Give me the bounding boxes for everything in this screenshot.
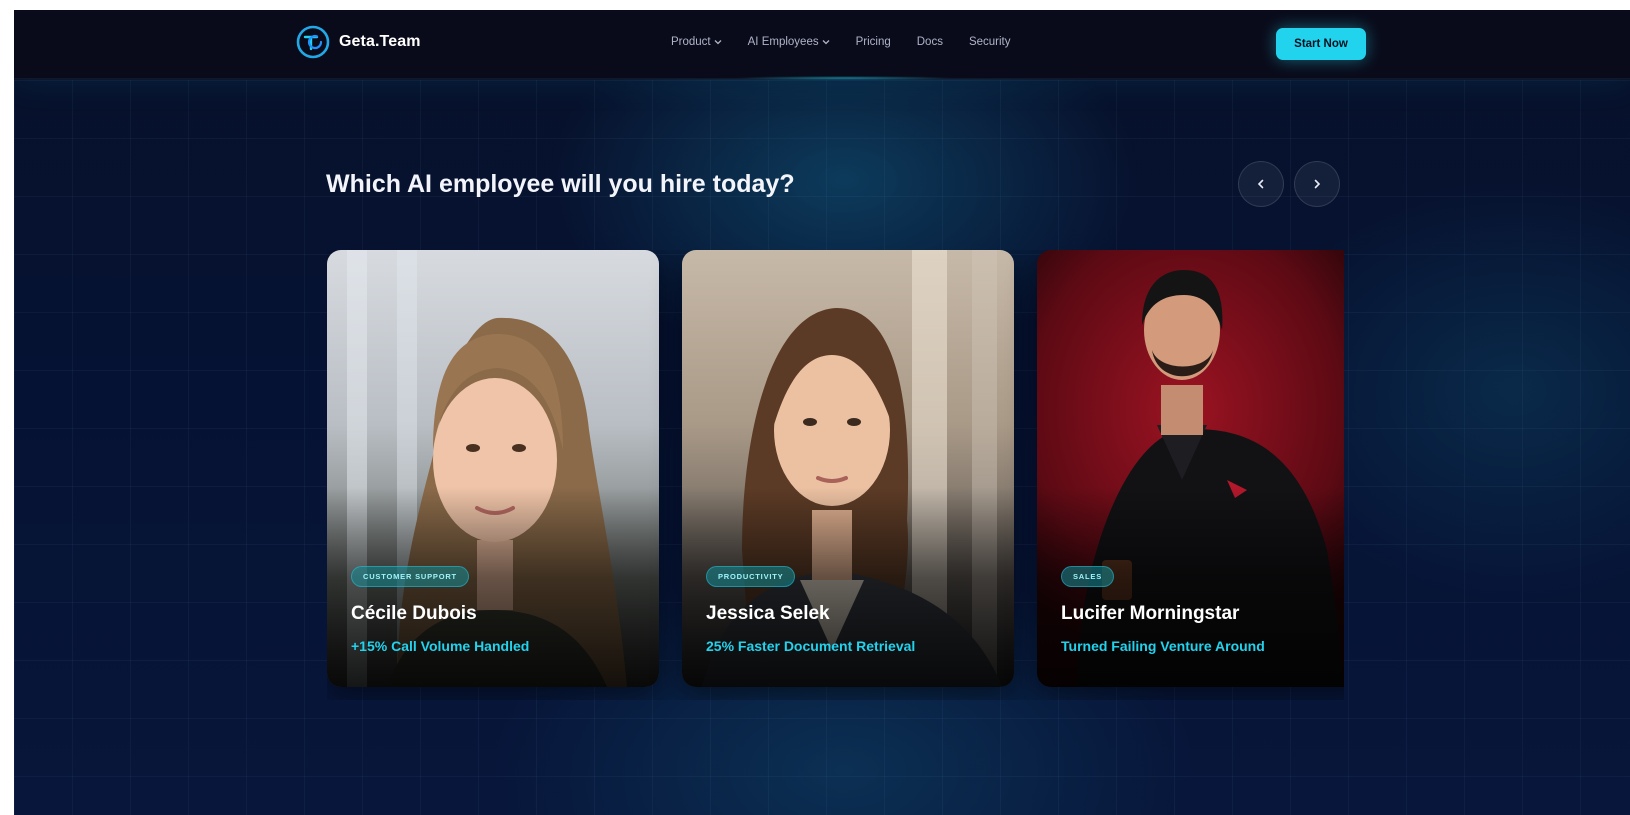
category-badge: SALES <box>1061 566 1115 587</box>
nav-item-security[interactable]: Security <box>969 36 1011 48</box>
page: Geta.Team Product AI Employees Pricing D… <box>14 10 1630 815</box>
section-title: Which AI employee will you hire today? <box>326 170 795 198</box>
nav-item-pricing[interactable]: Pricing <box>856 36 891 48</box>
employee-name: Jessica Selek <box>706 603 830 624</box>
nav-item-label: Product <box>671 36 711 48</box>
geta-team-logo-icon <box>296 25 330 59</box>
nav-item-label: Docs <box>916 36 943 48</box>
carousel-next-button[interactable] <box>1294 161 1340 207</box>
nav-item-docs[interactable]: Docs <box>917 36 943 48</box>
chevron-right-icon <box>1314 179 1321 189</box>
category-badge: PRODUCTIVITY <box>706 566 796 587</box>
nav-item-label: AI Employees <box>747 36 819 48</box>
employee-card[interactable]: PRODUCTIVITY Jessica Selek 25% Faster Do… <box>682 250 1014 687</box>
card-gradient-overlay <box>1037 487 1344 687</box>
employee-carousel: CUSTOMER SUPPORT Cécile Dubois +15% Call… <box>327 250 1344 700</box>
nav-item-label: Security <box>968 36 1011 48</box>
navbar-glow <box>734 76 954 80</box>
brand[interactable]: Geta.Team <box>296 25 421 59</box>
chevron-down-icon <box>714 40 722 45</box>
employee-name: Cécile Dubois <box>351 603 477 624</box>
brand-name: Geta.Team <box>339 33 421 50</box>
carousel-prev-button[interactable] <box>1238 161 1284 207</box>
chevron-down-icon <box>822 40 830 45</box>
card-gradient-overlay <box>327 487 659 687</box>
nav-links: Product AI Employees Pricing Docs Securi… <box>671 36 1011 48</box>
employee-name: Lucifer Morningstar <box>1061 603 1240 624</box>
employee-stat: +15% Call Volume Handled <box>351 638 530 654</box>
start-now-button[interactable]: Start Now <box>1276 28 1366 60</box>
nav-item-ai-employees[interactable]: AI Employees <box>748 36 830 48</box>
employee-stat: 25% Faster Document Retrieval <box>706 638 916 654</box>
employee-stat: Turned Failing Venture Around <box>1061 638 1265 654</box>
employee-card[interactable]: SALES Lucifer Morningstar Turned Failing… <box>1037 250 1344 687</box>
card-gradient-overlay <box>682 487 1014 687</box>
navbar: Geta.Team Product AI Employees Pricing D… <box>14 10 1630 79</box>
nav-item-label: Pricing <box>855 36 891 48</box>
nav-item-product[interactable]: Product <box>671 36 722 48</box>
chevron-left-icon <box>1257 179 1264 189</box>
category-badge: CUSTOMER SUPPORT <box>351 566 469 587</box>
employee-card[interactable]: CUSTOMER SUPPORT Cécile Dubois +15% Call… <box>327 250 659 687</box>
